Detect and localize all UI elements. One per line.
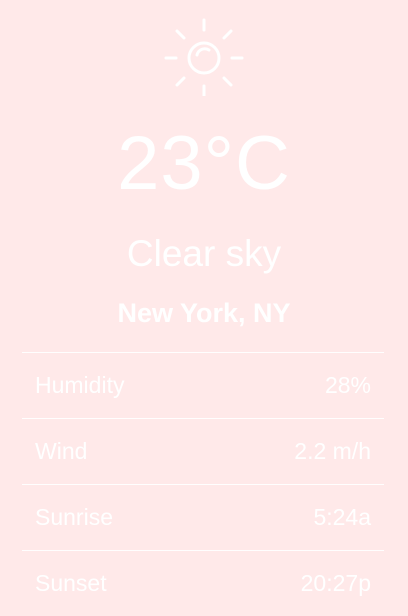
detail-label: Wind [35,438,88,464]
detail-label: Sunset [35,570,107,596]
detail-value: 28% [324,372,371,398]
detail-row-sunset: Sunset 20:27p [22,550,384,616]
location-name: New York, NY [117,298,291,328]
detail-value: 2.2 m/h [294,438,371,464]
weather-screen: 23°C Clear sky New York, NY Humidity 28%… [0,0,408,600]
detail-row-wind: Wind 2.2 m/h [22,418,384,484]
detail-label: Sunrise [35,504,113,530]
temperature: 23°C [117,121,291,206]
detail-row-sunrise: Sunrise 5:24a [22,484,384,550]
detail-label: Humidity [35,372,125,398]
weather-details-list: Humidity 28% Wind 2.2 m/h Sunrise 5:24a … [22,352,384,616]
sun-icon [164,16,244,96]
detail-value: 5:24a [313,504,371,530]
detail-row-humidity: Humidity 28% [22,352,384,418]
weather-condition: Clear sky [126,233,282,274]
detail-value: 20:27p [300,570,371,596]
